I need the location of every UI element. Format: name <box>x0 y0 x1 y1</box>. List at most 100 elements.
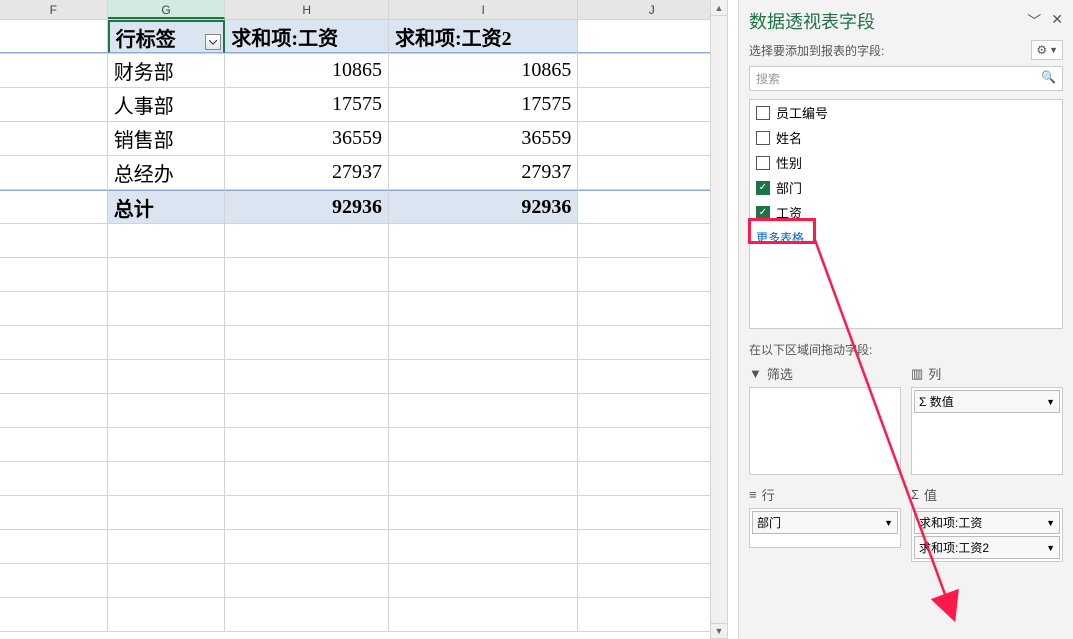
cell-blank[interactable] <box>389 598 578 631</box>
values-item-salary2[interactable]: 求和项:工资2 ▼ <box>914 536 1060 559</box>
area-values-box[interactable]: 求和项:工资 ▼ 求和项:工资2 ▼ <box>911 508 1063 562</box>
pivot-row-v2[interactable]: 10865 <box>389 54 578 87</box>
cell-blank[interactable] <box>389 360 578 393</box>
cell-blank[interactable] <box>578 190 726 223</box>
area-filter-box[interactable] <box>749 387 901 475</box>
cell-blank[interactable] <box>108 530 226 563</box>
filter-dropdown-button[interactable] <box>205 34 221 50</box>
columns-item-sigma[interactable]: Σ 数值 ▼ <box>914 390 1060 413</box>
cell-blank[interactable] <box>0 428 108 461</box>
cell-blank[interactable] <box>389 292 578 325</box>
cell-blank[interactable] <box>225 360 389 393</box>
cell-blank[interactable] <box>0 326 108 359</box>
pivot-row-v2[interactable]: 36559 <box>389 122 578 155</box>
cell-blank[interactable] <box>108 360 226 393</box>
cell-blank[interactable] <box>0 258 108 291</box>
cell-blank[interactable] <box>225 394 389 427</box>
values-item-salary1[interactable]: 求和项:工资 ▼ <box>914 511 1060 534</box>
cell-blank[interactable] <box>0 598 108 631</box>
field-item-name[interactable]: 姓名 <box>750 125 1062 150</box>
cell-blank[interactable] <box>578 54 726 87</box>
field-item-dept[interactable]: 部门 <box>750 175 1062 200</box>
cell-blank[interactable] <box>108 292 226 325</box>
area-columns-box[interactable]: Σ 数值 ▼ <box>911 387 1063 475</box>
pivot-total-v2[interactable]: 92936 <box>389 190 578 223</box>
cell-blank[interactable] <box>0 394 108 427</box>
cell-blank[interactable] <box>108 394 226 427</box>
cell-blank[interactable] <box>578 496 726 529</box>
col-header-F[interactable]: F <box>0 0 108 19</box>
col-header-J[interactable]: J <box>578 0 726 19</box>
cell-blank[interactable] <box>108 326 226 359</box>
checkbox[interactable] <box>756 131 770 145</box>
cell-blank[interactable] <box>389 462 578 495</box>
cell-blank[interactable] <box>0 156 108 189</box>
cell-blank[interactable] <box>0 496 108 529</box>
pivot-sum1-header[interactable]: 求和项:工资 <box>225 20 389 53</box>
col-header-G[interactable]: G <box>108 0 226 19</box>
cell-blank[interactable] <box>389 564 578 597</box>
pivot-row-label[interactable]: 人事部 <box>108 88 226 121</box>
cell-blank[interactable] <box>225 326 389 359</box>
scroll-up-icon[interactable]: ▲ <box>711 0 727 16</box>
close-icon[interactable]: ✕ <box>1051 11 1063 31</box>
cell-blank[interactable] <box>578 258 726 291</box>
pivot-sum2-header[interactable]: 求和项:工资2 <box>389 20 578 53</box>
cell-blank[interactable] <box>225 258 389 291</box>
pivot-row-v1[interactable]: 27937 <box>225 156 389 189</box>
collapse-icon[interactable]: ﹀ <box>1027 11 1041 31</box>
col-header-I[interactable]: I <box>389 0 578 19</box>
cell-blank[interactable] <box>225 530 389 563</box>
field-item-empid[interactable]: 员工编号 <box>750 100 1062 125</box>
checkbox-checked[interactable] <box>756 206 770 220</box>
cell-blank[interactable] <box>0 190 108 223</box>
cell-blank[interactable] <box>0 224 108 257</box>
cell-blank[interactable] <box>108 598 226 631</box>
cell-blank[interactable] <box>389 258 578 291</box>
cell-blank[interactable] <box>108 496 226 529</box>
checkbox-checked[interactable] <box>756 181 770 195</box>
cell-blank[interactable] <box>0 564 108 597</box>
cell-blank[interactable] <box>0 20 108 53</box>
cell-blank[interactable] <box>108 224 226 257</box>
pivot-total-v1[interactable]: 92936 <box>225 190 389 223</box>
vertical-scrollbar[interactable]: ▲ ▼ <box>710 0 728 639</box>
cell-blank[interactable] <box>225 224 389 257</box>
pivot-total-label[interactable]: 总计 <box>108 190 226 223</box>
cell-blank[interactable] <box>0 122 108 155</box>
field-item-gender[interactable]: 性别 <box>750 150 1062 175</box>
pivot-row-label[interactable]: 总经办 <box>108 156 226 189</box>
cell-blank[interactable] <box>0 88 108 121</box>
pivot-row-v2[interactable]: 17575 <box>389 88 578 121</box>
cell-blank[interactable] <box>225 496 389 529</box>
cell-blank[interactable] <box>389 496 578 529</box>
cell-blank[interactable] <box>578 326 726 359</box>
cell-blank[interactable] <box>578 394 726 427</box>
cell-blank[interactable] <box>225 564 389 597</box>
cell-blank[interactable] <box>578 428 726 461</box>
cell-blank[interactable] <box>389 530 578 563</box>
cell-blank[interactable] <box>578 530 726 563</box>
cell-blank[interactable] <box>578 88 726 121</box>
pivot-row-label[interactable]: 销售部 <box>108 122 226 155</box>
cell-blank[interactable] <box>389 394 578 427</box>
cell-blank[interactable] <box>578 122 726 155</box>
scroll-down-icon[interactable]: ▼ <box>711 623 727 639</box>
pivot-row-v2[interactable]: 27937 <box>389 156 578 189</box>
cell-blank[interactable] <box>578 156 726 189</box>
field-item-salary[interactable]: 工资 <box>750 200 1062 225</box>
pivot-row-v1[interactable]: 36559 <box>225 122 389 155</box>
cell-blank[interactable] <box>578 564 726 597</box>
cell-blank[interactable] <box>0 292 108 325</box>
cell-blank[interactable] <box>108 258 226 291</box>
cell-blank[interactable] <box>108 428 226 461</box>
cell-blank[interactable] <box>578 224 726 257</box>
cell-blank[interactable] <box>0 462 108 495</box>
pivot-row-v1[interactable]: 17575 <box>225 88 389 121</box>
cell-blank[interactable] <box>389 326 578 359</box>
cell-blank[interactable] <box>0 530 108 563</box>
rows-item-dept[interactable]: 部门 ▼ <box>752 511 898 534</box>
pivot-row-label[interactable]: 财务部 <box>108 54 226 87</box>
cell-blank[interactable] <box>108 564 226 597</box>
checkbox[interactable] <box>756 156 770 170</box>
